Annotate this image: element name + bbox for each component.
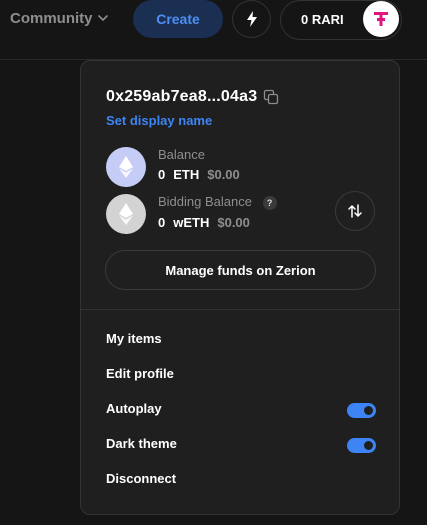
help-icon[interactable]: ? <box>262 195 277 210</box>
balance-currency: ETH <box>173 167 200 182</box>
swap-button[interactable] <box>335 191 375 231</box>
activity-button[interactable] <box>232 0 271 38</box>
top-navigation-bar: Community Create 0 RARI <box>0 0 427 60</box>
divider <box>81 309 399 310</box>
bidding-usd: $0.00 <box>217 215 250 230</box>
rari-balance: 0 RARI <box>301 12 344 27</box>
wallet-address: 0x259ab7ea8...04a3 <box>106 88 258 105</box>
set-display-name-link[interactable]: Set display name <box>106 113 212 128</box>
menu-item-disconnect[interactable]: Disconnect <box>106 471 176 486</box>
menu-item-my-items[interactable]: My items <box>106 331 162 346</box>
manage-funds-zerion-button[interactable]: Manage funds on Zerion <box>105 250 376 290</box>
eth-coin <box>106 147 146 187</box>
menu-item-edit-profile[interactable]: Edit profile <box>106 366 174 381</box>
bidding-currency: wETH <box>173 215 210 230</box>
bidding-label-text: Bidding Balance <box>158 194 252 209</box>
bolt-icon <box>246 11 257 27</box>
weth-coin <box>106 194 146 234</box>
bidding-amount: 0 <box>158 215 166 230</box>
rari-balance-pill[interactable]: 0 RARI <box>280 0 402 40</box>
copy-icon[interactable] <box>263 89 279 105</box>
community-menu[interactable]: Community <box>10 8 109 28</box>
balance-amount: 0 <box>158 167 166 182</box>
chevron-down-icon <box>97 15 108 22</box>
eth-icon <box>119 156 133 178</box>
bidding-balance-value: 0 wETH $0.00 <box>158 215 250 230</box>
create-button[interactable]: Create <box>133 0 223 38</box>
dark-theme-toggle[interactable] <box>347 438 376 453</box>
balance-label: Balance <box>158 147 205 162</box>
swap-icon <box>348 204 362 218</box>
bidding-balance-label: Bidding Balance ? <box>158 194 277 210</box>
balance-value: 0 ETH $0.00 <box>158 167 240 182</box>
community-label: Community <box>10 9 93 27</box>
autoplay-toggle[interactable] <box>347 403 376 418</box>
menu-item-autoplay: Autoplay <box>106 401 162 416</box>
rari-logo-icon <box>374 12 388 26</box>
toggle-knob <box>364 406 373 415</box>
balance-usd: $0.00 <box>207 167 240 182</box>
menu-item-dark-theme: Dark theme <box>106 436 177 451</box>
profile-avatar[interactable] <box>363 1 399 37</box>
weth-icon <box>119 203 133 225</box>
account-dropdown: 0x259ab7ea8...04a3 Set display name Bala… <box>80 60 400 515</box>
toggle-knob <box>364 441 373 450</box>
address-row: 0x259ab7ea8...04a3 <box>106 88 279 106</box>
